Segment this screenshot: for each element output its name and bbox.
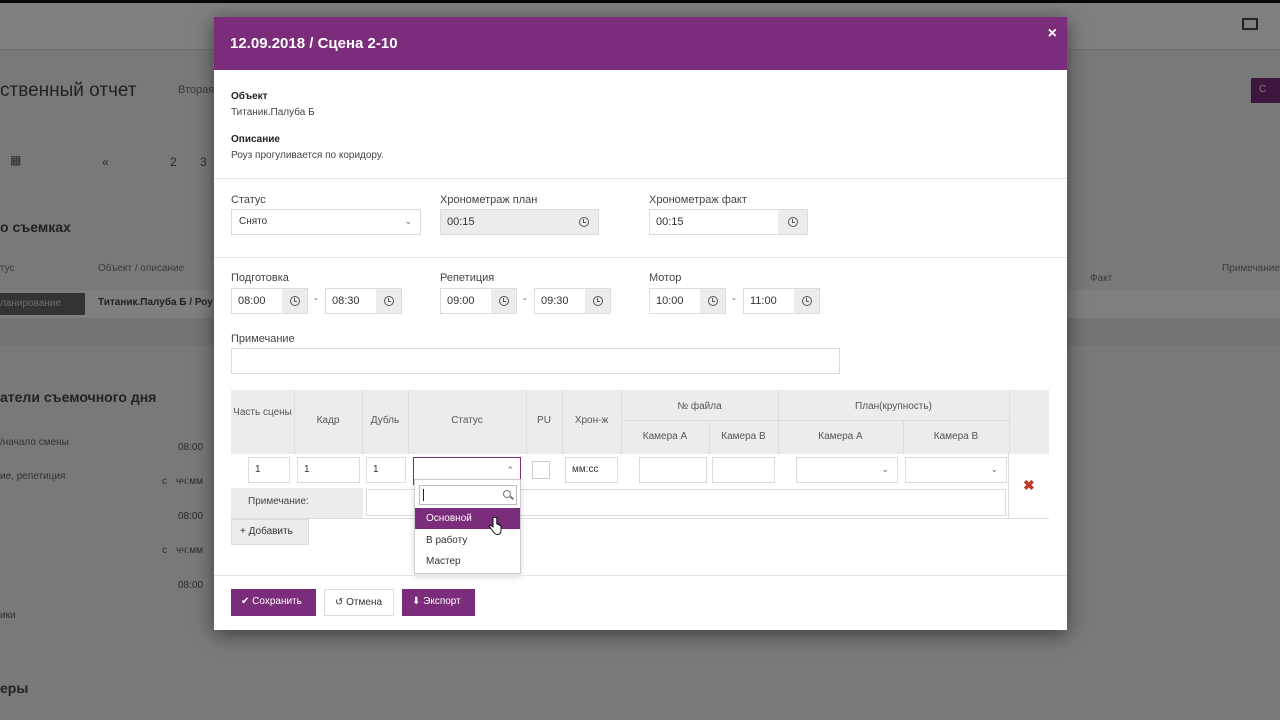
note-input[interactable]: [231, 348, 840, 374]
take-input[interactable]: 1: [366, 457, 406, 483]
object-info: Объект Титаник.Палуба Б: [231, 91, 315, 118]
cam-a-file-input[interactable]: [639, 457, 707, 483]
prep-from-input[interactable]: 08:00: [231, 288, 283, 314]
description-info: Описание Роуз прогуливается по коридору.: [231, 134, 384, 161]
motor-to-input[interactable]: 11:00: [743, 288, 795, 314]
divider: [214, 257, 1067, 258]
header-cam-a: Камера А: [642, 431, 688, 442]
takes-table-header: Часть сцены Кадр Дубль Статус PU Хрон-ж …: [231, 390, 1049, 454]
fact-label: Хронометраж факт: [649, 194, 747, 206]
dropdown-option-in-work[interactable]: В работу: [415, 530, 520, 551]
plan-input[interactable]: 00:15: [440, 209, 570, 235]
fact-input[interactable]: 00:15: [649, 209, 779, 235]
plan-cam-b-select[interactable]: ⌄: [905, 457, 1007, 483]
dropdown-option-main[interactable]: Основной: [415, 508, 520, 529]
header-take: Дубль: [370, 415, 400, 426]
divider: [214, 178, 1067, 179]
range-dash: -: [523, 293, 527, 305]
clock-icon[interactable]: [700, 288, 726, 314]
delete-row-icon[interactable]: ✖: [1023, 477, 1035, 494]
motor-from-input[interactable]: 10:00: [649, 288, 701, 314]
export-button[interactable]: ⬇ Экспорт: [402, 589, 475, 616]
clock-icon[interactable]: [376, 288, 402, 314]
clock-icon[interactable]: [778, 209, 808, 235]
rehearsal-from-input[interactable]: 09:00: [440, 288, 492, 314]
clock-icon[interactable]: [585, 288, 611, 314]
hand-cursor-icon: [488, 517, 502, 535]
description-value: Роуз прогуливается по коридору.: [231, 150, 384, 161]
header-pu: PU: [537, 415, 551, 426]
plan-cam-a-select[interactable]: ⌄: [796, 457, 898, 483]
row-note-label: Примечание:: [231, 488, 363, 518]
frame-input[interactable]: 1: [297, 457, 360, 483]
scene-modal: 12.09.2018 / Сцена 2-10 × Объект Титаник…: [214, 17, 1067, 630]
object-value: Титаник.Палуба Б: [231, 107, 315, 118]
prep-to-input[interactable]: 08:30: [325, 288, 377, 314]
status-select[interactable]: Снято ⌄: [231, 209, 421, 235]
header-chron: Хрон-ж: [574, 415, 609, 426]
header-plan-cam-a: Камера А: [818, 431, 863, 442]
modal-header: 12.09.2018 / Сцена 2-10 ×: [214, 17, 1067, 70]
save-button[interactable]: ✔ Сохранить: [231, 589, 316, 616]
header-status: Статус: [451, 415, 483, 426]
chron-input[interactable]: мм:сс: [565, 457, 618, 483]
prep-label: Подготовка: [231, 272, 289, 284]
cancel-button[interactable]: ↺ Отмена: [324, 589, 394, 616]
plan-label: Хронометраж план: [440, 194, 538, 206]
clock-icon[interactable]: [794, 288, 820, 314]
add-row-button[interactable]: + Добавить: [231, 519, 309, 545]
chevron-up-icon: ⌃: [506, 465, 514, 475]
header-cam-b: Камера В: [721, 431, 766, 442]
note-label: Примечание: [231, 333, 295, 345]
header-file-no: № файла: [677, 401, 722, 412]
status-select-value: Снято: [239, 216, 268, 227]
divider: [214, 575, 1067, 576]
rehearsal-to-input[interactable]: 09:30: [534, 288, 586, 314]
modal-title: 12.09.2018 / Сцена 2-10: [230, 35, 398, 52]
status-label: Статус: [231, 194, 266, 206]
cam-b-file-input[interactable]: [712, 457, 775, 483]
rehearsal-label: Репетиция: [440, 272, 495, 284]
chevron-down-icon: ⌄: [990, 464, 998, 474]
object-label: Объект: [231, 91, 268, 102]
range-dash: -: [732, 293, 736, 305]
header-frame: Кадр: [316, 415, 340, 426]
status-dropdown: Основной В работу Мастер: [414, 479, 521, 574]
description-label: Описание: [231, 134, 280, 145]
clock-icon[interactable]: [282, 288, 308, 314]
close-icon[interactable]: ×: [1048, 25, 1057, 43]
chevron-down-icon: ⌄: [881, 464, 889, 474]
range-dash: -: [314, 293, 318, 305]
header-part: Часть сцены: [233, 407, 292, 418]
chevron-down-icon: ⌄: [404, 216, 412, 226]
header-plan-cam-b: Камера В: [933, 431, 979, 442]
clock-icon[interactable]: [491, 288, 517, 314]
pu-checkbox[interactable]: [532, 461, 550, 479]
header-plan: План(крупность): [855, 401, 932, 412]
clock-icon[interactable]: [569, 209, 599, 235]
dropdown-option-master[interactable]: Мастер: [415, 551, 520, 572]
dropdown-search-input[interactable]: [419, 485, 517, 505]
search-icon: [503, 490, 511, 498]
part-input[interactable]: 1: [248, 457, 290, 483]
motor-label: Мотор: [649, 272, 682, 284]
